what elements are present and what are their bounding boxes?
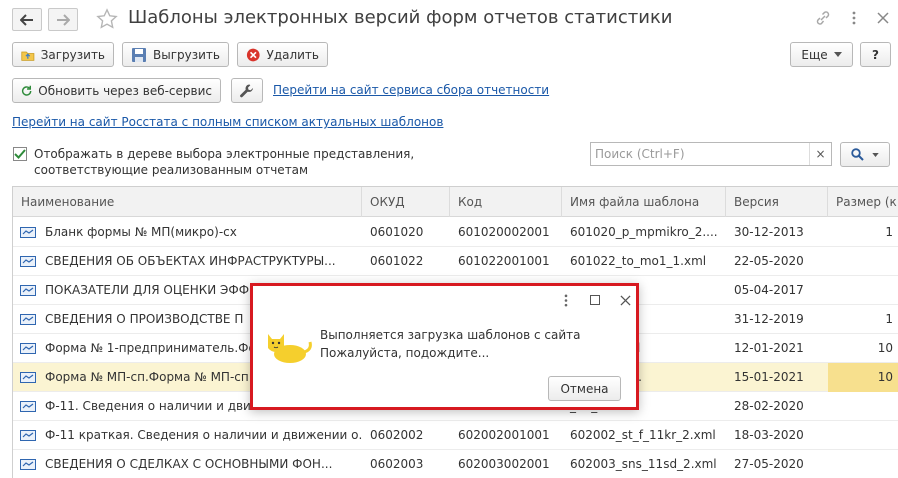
update-label: Обновить через веб-сервис bbox=[38, 83, 212, 98]
table-row[interactable]: СВЕДЕНИЯ О СДЕЛКАХ С ОСНОВНЫМИ ФОН... 060… bbox=[13, 450, 898, 478]
folder-upload-icon bbox=[21, 51, 35, 61]
settings-button[interactable] bbox=[231, 78, 263, 103]
save-icon bbox=[132, 47, 146, 62]
load-label: Загрузить bbox=[40, 47, 105, 62]
delete-icon bbox=[246, 48, 260, 61]
cell-size: 1 bbox=[885, 312, 893, 326]
cell-code: 601022001001 bbox=[458, 254, 550, 268]
cell-size bbox=[828, 276, 898, 305]
cell-size: 10 bbox=[828, 363, 898, 392]
arrow-left-icon bbox=[20, 13, 33, 26]
column-header-name[interactable]: Наименование bbox=[13, 187, 362, 217]
close-icon[interactable] bbox=[874, 9, 892, 27]
cell-size: 1 bbox=[885, 225, 893, 239]
column-header-version[interactable]: Версия bbox=[726, 187, 828, 217]
dialog-maximize-icon[interactable] bbox=[586, 291, 604, 309]
cell-okud: 0602003 bbox=[370, 457, 424, 471]
cell-okud: 0602002 bbox=[370, 428, 424, 442]
back-button[interactable] bbox=[12, 8, 42, 31]
help-label: ? bbox=[872, 47, 879, 62]
link-icon[interactable] bbox=[814, 9, 832, 27]
show-templates-label: Отображать в дереве выбора электронные п… bbox=[34, 147, 415, 177]
loading-dialog: Выполняется загрузка шаблонов с сайта По… bbox=[250, 283, 639, 410]
cell-name: Бланк формы № МП(микро)-сх bbox=[45, 225, 237, 239]
cell-name: Ф-11 краткая. Сведения о наличии и движе… bbox=[45, 428, 362, 442]
search-clear-button[interactable]: × bbox=[809, 143, 831, 165]
dialog-menu-icon[interactable] bbox=[557, 291, 575, 309]
arrow-right-icon bbox=[57, 13, 70, 26]
search-button[interactable] bbox=[840, 142, 890, 167]
dialog-close-icon[interactable] bbox=[616, 291, 634, 309]
search-icon bbox=[851, 148, 864, 161]
table-row[interactable]: СВЕДЕНИЯ ОБ ОБЪЕКТАХ ИНФРАСТРУКТУРЫ... 06… bbox=[13, 247, 898, 276]
rosstat-site-link[interactable]: Перейти на сайт Росстата с полным списко… bbox=[12, 115, 443, 129]
cell-version: 30-12-2013 bbox=[734, 225, 804, 239]
service-site-link[interactable]: Перейти на сайт сервиса сбора отчетности bbox=[273, 83, 549, 97]
delete-label: Удалить bbox=[266, 47, 320, 62]
cell-file: 601022_to_mo1_1.xml bbox=[570, 254, 707, 268]
cell-version: 27-05-2020 bbox=[734, 457, 804, 471]
cell-file: 601020_p_mpmikro_2.... bbox=[570, 225, 718, 239]
chevron-down-icon bbox=[833, 52, 842, 57]
cell-file: 602003_sns_11sd_2.xml bbox=[570, 457, 717, 471]
cell-code: 601020002001 bbox=[458, 225, 550, 239]
forward-button[interactable] bbox=[48, 8, 78, 31]
cell-size bbox=[828, 392, 898, 421]
cell-version: 22-05-2020 bbox=[734, 254, 804, 268]
cell-version: 05-04-2017 bbox=[734, 283, 804, 297]
update-web-service-button[interactable]: Обновить через веб-сервис bbox=[12, 78, 221, 103]
search-field[interactable]: × bbox=[590, 142, 832, 166]
kebab-menu-icon[interactable] bbox=[845, 9, 863, 27]
cell-file: 602002_st_f_11kr_2.xml bbox=[570, 428, 716, 442]
page-title: Шаблоны электронных версий форм отчетов … bbox=[128, 7, 673, 28]
cell-code: 602002001001 bbox=[458, 428, 550, 442]
cell-size bbox=[828, 450, 898, 478]
cell-version: 15-01-2021 bbox=[734, 370, 804, 384]
dialog-message-line1: Выполняется загрузка шаблонов с сайта bbox=[320, 328, 581, 342]
show-templates-checkbox[interactable] bbox=[13, 147, 27, 161]
column-header-okud[interactable]: ОКУД bbox=[362, 187, 450, 217]
cell-size: 10 bbox=[877, 341, 893, 355]
cell-size bbox=[828, 247, 898, 276]
column-header-file[interactable]: Имя файла шаблона bbox=[562, 187, 726, 217]
unload-label: Выгрузить bbox=[153, 47, 220, 62]
unload-button[interactable]: Выгрузить bbox=[122, 42, 229, 67]
cell-version: 18-03-2020 bbox=[734, 428, 804, 442]
dialog-message: Выполняется загрузка шаблонов с сайта По… bbox=[320, 326, 581, 362]
table-header: Наименование ОКУД Код Имя файла шаблона … bbox=[13, 187, 898, 217]
more-button[interactable]: Еще bbox=[790, 42, 853, 67]
refresh-icon bbox=[21, 85, 32, 96]
cancel-button[interactable]: Отмена bbox=[548, 376, 621, 401]
search-input[interactable] bbox=[591, 143, 809, 165]
cell-version: 12-01-2021 bbox=[734, 341, 804, 355]
waiting-cat-icon bbox=[264, 328, 314, 364]
column-header-size[interactable]: Размер (к bbox=[828, 187, 898, 217]
checkmark-icon bbox=[14, 149, 26, 159]
chevron-down-icon bbox=[872, 152, 879, 157]
cell-version: 31-12-2019 bbox=[734, 312, 804, 326]
cell-size bbox=[828, 421, 898, 450]
cell-version: 28-02-2020 bbox=[734, 399, 804, 413]
cell-okud: 0601022 bbox=[370, 254, 424, 268]
cell-name: СВЕДЕНИЯ ОБ ОБЪЕКТАХ ИНФРАСТРУКТУРЫ... bbox=[45, 254, 336, 268]
dialog-message-line2: Пожалуйста, подождите... bbox=[320, 346, 490, 360]
load-button[interactable]: Загрузить bbox=[12, 42, 114, 67]
column-header-code[interactable]: Код bbox=[450, 187, 562, 217]
help-button[interactable]: ? bbox=[860, 42, 891, 67]
cell-code: 602003002001 bbox=[458, 457, 550, 471]
table-row[interactable]: Ф-11 краткая. Сведения о наличии и движе… bbox=[13, 421, 898, 450]
delete-button[interactable]: Удалить bbox=[237, 42, 328, 67]
favorite-star-icon[interactable] bbox=[96, 8, 120, 32]
cell-okud: 0601020 bbox=[370, 225, 424, 239]
cell-name: СВЕДЕНИЯ О СДЕЛКАХ С ОСНОВНЫМИ ФОН... bbox=[45, 457, 333, 471]
table-row[interactable]: Бланк формы № МП(микро)-сх 0601020 6010200… bbox=[13, 218, 898, 247]
more-label: Еще bbox=[801, 47, 828, 62]
wrench-icon bbox=[240, 84, 253, 97]
